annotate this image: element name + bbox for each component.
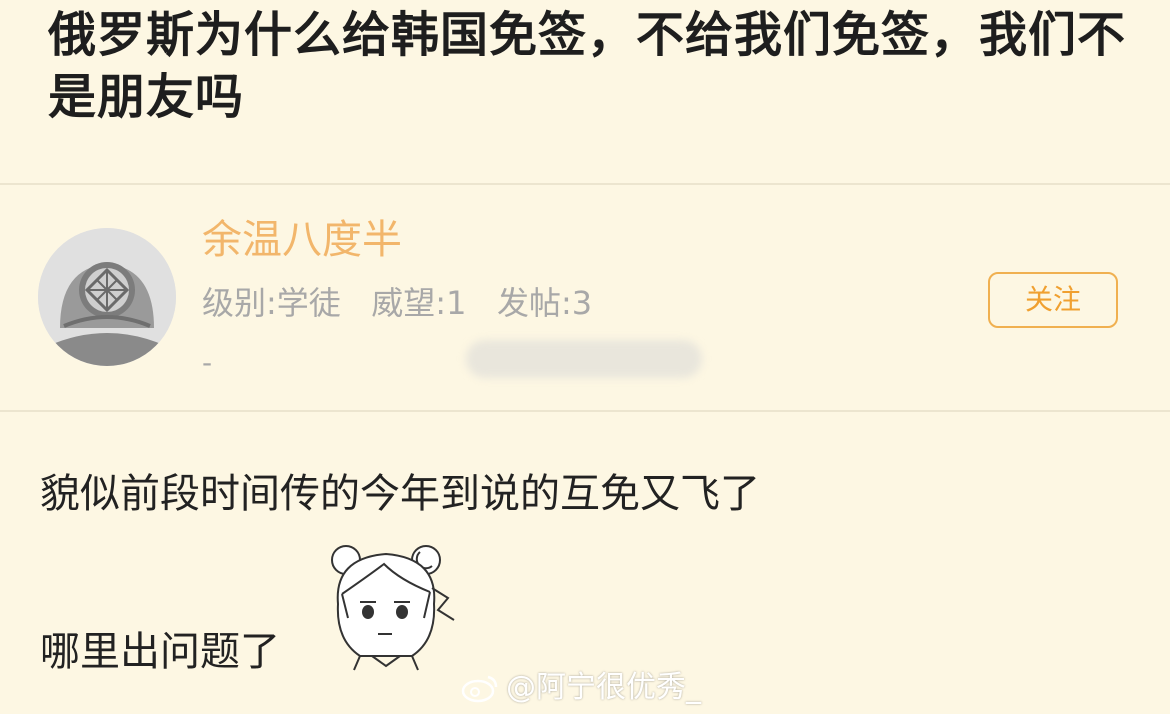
- anime-girl-sticker: [308, 540, 458, 676]
- weibo-icon: [461, 675, 498, 703]
- divider: [0, 183, 1170, 185]
- post-title: 俄罗斯为什么给韩国免签，不给我们免签，我们不是朋友吗: [48, 7, 1127, 125]
- watermark: @阿宁很优秀_: [460, 668, 701, 708]
- divider: [0, 410, 1170, 412]
- watermark-text: @阿宁很优秀_: [506, 670, 701, 705]
- follow-button[interactable]: 关注: [988, 272, 1118, 328]
- blurred-info: [466, 340, 702, 378]
- user-stats: 级别:学徒 威望:1 发帖:3: [202, 284, 593, 322]
- user-signature: -: [202, 346, 213, 379]
- reply-text-line: 哪里出问题了: [40, 629, 280, 675]
- username[interactable]: 余温八度半: [202, 212, 402, 268]
- user-avatar[interactable]: [38, 228, 176, 366]
- diving-helmet-icon: [38, 228, 176, 366]
- reply-text-line: 貌似前段时间传的今年到说的互免又飞了: [40, 471, 760, 517]
